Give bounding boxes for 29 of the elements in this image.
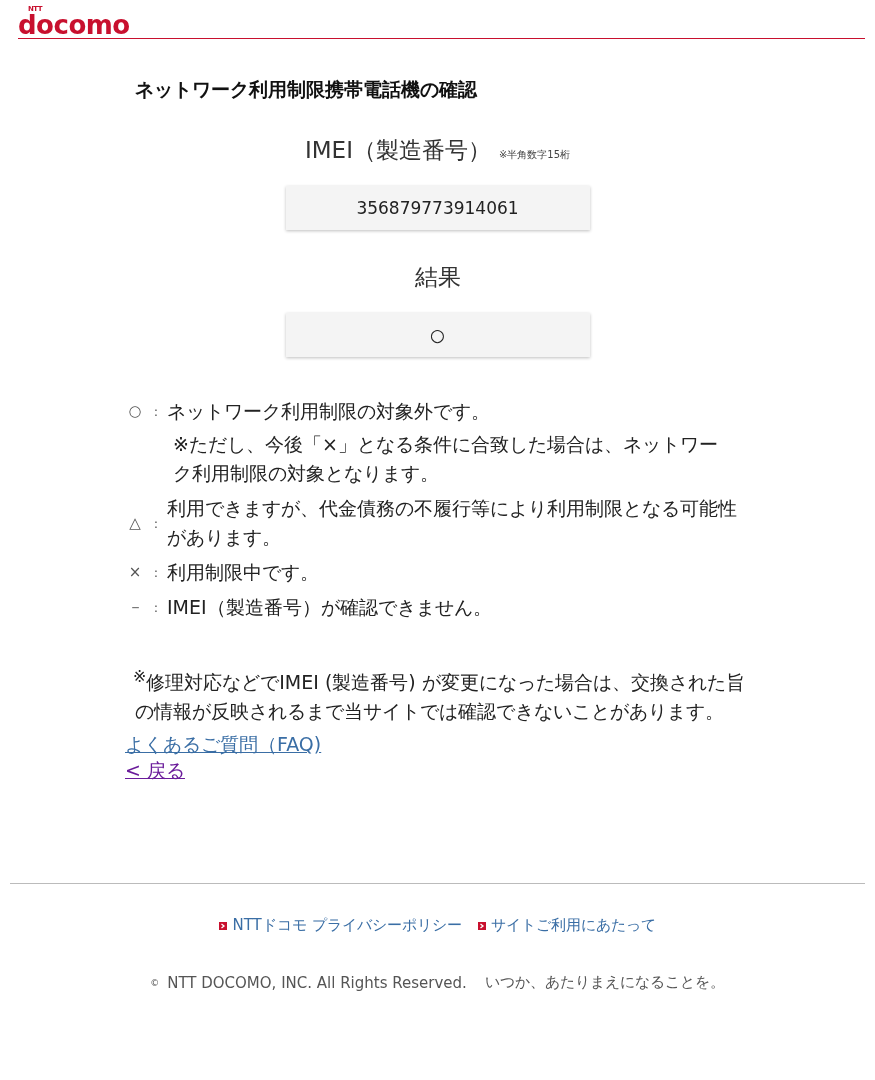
imei-label: IMEI（製造番号）	[304, 136, 491, 165]
footer-link[interactable]: NTTドコモ プライバシーポリシー	[219, 916, 462, 936]
legend-text: IMEI（製造番号）が確認できません。	[167, 595, 493, 620]
notice-text: $^{※}$修理対応などでIMEI (製造番号) が変更になった場合は、交換された旨の情報が反映されるまで当サイトでは確認できないことがあります。	[132, 666, 746, 725]
arrow-icon	[477, 921, 486, 930]
legend-separator: :	[152, 599, 160, 617]
footer-link[interactable]: サイトご利用にあたって	[477, 916, 656, 936]
copyright-text: NTT DOCOMO, INC. All Rights Reserved.	[167, 973, 467, 992]
legend-note: ※ただし、今後「×」となる条件に合致した場合は、ネットワーク利用制限の対象となります。	[172, 432, 719, 486]
arrow-icon	[219, 921, 228, 930]
page-title: ネットワーク利用制限携帯電話機の確認	[135, 77, 479, 102]
legend-separator: :	[152, 403, 160, 421]
legend-symbol: ×	[127, 562, 143, 583]
slogan-text: いつか、あたりまえになることを。	[484, 973, 725, 993]
text-link[interactable]: < 戻る	[125, 757, 185, 784]
text-link[interactable]: よくあるご質問（FAQ)	[125, 731, 322, 758]
legend-symbol: △	[128, 512, 142, 534]
legend-separator: :	[152, 564, 160, 582]
legend-separator: :	[152, 514, 160, 533]
legend-text: 利用制限中です。	[167, 560, 320, 585]
result-label: 結果	[414, 263, 461, 292]
copyright-mark: ©	[150, 977, 160, 988]
result-value-field: ○	[285, 313, 590, 357]
legend-text: 利用できますが、代金債務の不履行等により利用制限となる可能性があります。	[167, 496, 738, 550]
imei-hint: ※半角数字15桁	[498, 148, 571, 162]
legend-text: ネットワーク利用制限の対象外です。	[167, 399, 491, 424]
legend-symbol: ○	[127, 401, 143, 422]
legend-symbol: －	[126, 597, 144, 618]
imei-value-field: 356879773914061	[285, 186, 590, 230]
